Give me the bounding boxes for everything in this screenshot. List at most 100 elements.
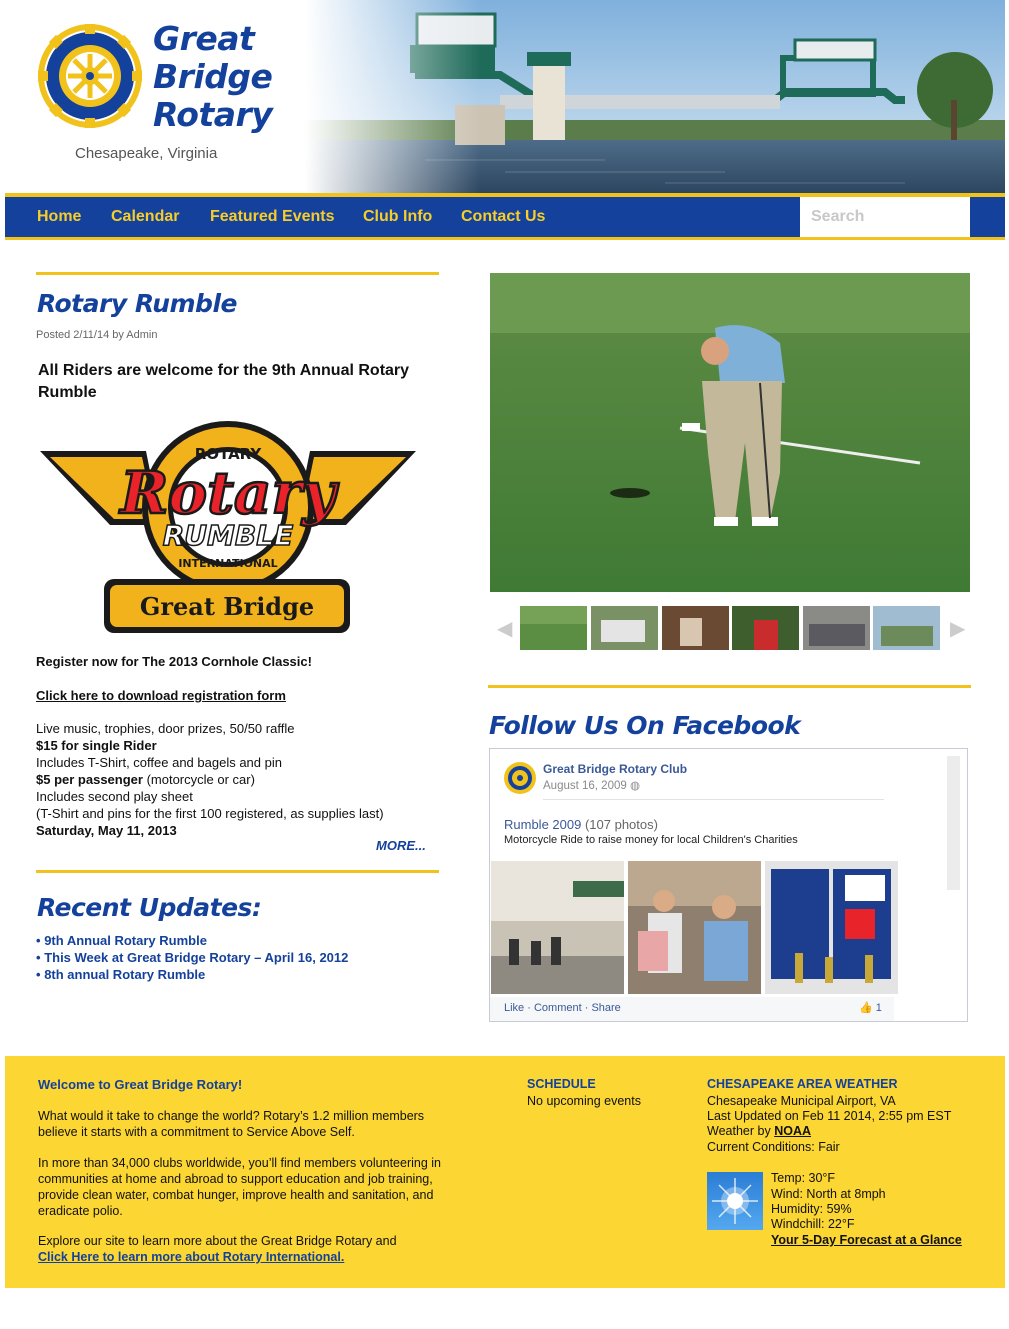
recent-update-item[interactable]: • 9th Annual Rotary Rumble [36, 933, 207, 948]
album-title[interactable]: Rumble 2009 (107 photos) [504, 817, 658, 832]
scrollbar[interactable] [947, 756, 960, 890]
facebook-actions: Like · Comment · Share [504, 1002, 621, 1014]
featured-photo[interactable] [490, 273, 970, 592]
chevron-right-icon[interactable]: ▶ [950, 616, 965, 641]
more-link[interactable]: MORE... [376, 838, 426, 853]
like-action[interactable]: Like [504, 1002, 524, 1014]
rotary-international-link[interactable]: Click Here to learn more about Rotary In… [38, 1249, 344, 1265]
album-count: (107 photos) [584, 817, 658, 832]
site-header: Great Bridge Rotary Chesapeake, Virginia [5, 0, 1005, 193]
album-name: Rumble 2009 [504, 817, 582, 832]
post-date-text: August 16, 2009 [543, 780, 627, 792]
bullet: • [36, 950, 41, 965]
schedule-title: SCHEDULE [527, 1077, 596, 1091]
register-text: Register now for The 2013 Cornhole Class… [36, 654, 312, 669]
weather-windchill: Windchill: 22°F [771, 1217, 855, 1231]
sunny-weather-icon [707, 1172, 763, 1230]
gallery-thumbnail[interactable] [520, 606, 587, 650]
detail-line: Includes second play sheet [36, 789, 193, 804]
detail-line: Live music, trophies, door prizes, 50/50… [36, 721, 295, 736]
nav-club-info[interactable]: Club Info [363, 208, 432, 226]
weather-source: Weather by NOAA [707, 1123, 811, 1139]
weather-temp: Temp: 30°F [771, 1171, 836, 1185]
noaa-link[interactable]: NOAA [774, 1124, 811, 1138]
gallery-thumbnail[interactable] [732, 606, 799, 650]
nav-home[interactable]: Home [37, 208, 81, 226]
recent-update-label: 8th annual Rotary Rumble [44, 967, 206, 982]
share-action[interactable]: Share [591, 1002, 620, 1014]
brand-line-1: Great [153, 19, 255, 58]
forecast-link[interactable]: Your 5-Day Forecast at a Glance [771, 1232, 962, 1248]
rotary-wheel-logo[interactable] [36, 22, 144, 135]
weather-wind: Wind: North at 8mph [771, 1187, 886, 1201]
page-avatar-icon[interactable] [503, 761, 537, 795]
gallery-thumbnail[interactable] [591, 606, 658, 650]
divider [36, 272, 439, 275]
album-photo[interactable] [765, 861, 898, 994]
nav-calendar[interactable]: Calendar [111, 208, 179, 226]
divider [36, 870, 439, 873]
divider [543, 799, 884, 800]
detail-line: $15 for single Rider [36, 738, 157, 753]
detail-bold: $5 per passenger [36, 772, 143, 787]
conditions-value: Fair [818, 1140, 840, 1154]
album-photo[interactable] [628, 861, 761, 994]
comment-action[interactable]: Comment [534, 1002, 582, 1014]
post-intro: All Riders are welcome for the 9th Annua… [38, 362, 410, 401]
main-navigation: Home Calendar Featured Events Club Info … [5, 193, 1005, 240]
welcome-paragraph: Explore our site to learn more about the… [38, 1234, 397, 1248]
nav-contact-us[interactable]: Contact Us [461, 208, 545, 226]
welcome-paragraph: What would it take to change the world? … [38, 1109, 425, 1139]
detail-line: Saturday, May 11, 2013 [36, 823, 177, 838]
detail-line: (T-Shirt and pins for the first 100 regi… [36, 806, 384, 821]
weather-location: Chesapeake Municipal Airport, VA [707, 1094, 896, 1108]
conditions-label: Current Conditions: [707, 1140, 815, 1154]
divider [488, 685, 971, 688]
post-title[interactable]: Rotary Rumble [37, 289, 237, 318]
action-separator: · [581, 1002, 592, 1014]
like-count[interactable]: 👍 1 [859, 1001, 882, 1014]
gallery-thumbnail[interactable] [662, 606, 729, 650]
weather-updated: Last Updated on Feb 11 2014, 2:55 pm EST [707, 1109, 952, 1123]
bridge-header-photo [305, 0, 1005, 193]
gallery-thumbnail[interactable] [873, 606, 940, 650]
welcome-paragraph: In more than 34,000 clubs worldwide, you… [38, 1156, 441, 1218]
search-input[interactable] [800, 197, 970, 237]
like-count-value: 1 [875, 1002, 882, 1014]
brand-name[interactable]: Great Bridge Rotary [153, 19, 273, 134]
chevron-left-icon[interactable]: ◀ [497, 616, 512, 641]
logo-banner: Great Bridge [140, 592, 314, 621]
recent-update-label: 9th Annual Rotary Rumble [44, 933, 207, 948]
site-tagline: Chesapeake, Virginia [75, 145, 218, 162]
weather-humidity: Humidity: 59% [771, 1202, 852, 1216]
globe-icon: ◍ [629, 780, 641, 792]
weather-by-label: Weather by [707, 1124, 771, 1138]
brand-line-2: Bridge [153, 57, 273, 96]
post-meta: Posted 2/11/14 by Admin [36, 329, 158, 341]
brand-line-3: Rotary [153, 95, 273, 134]
recent-update-item[interactable]: • 8th annual Rotary Rumble [36, 967, 205, 982]
download-registration-link[interactable]: Click here to download registration form [36, 687, 286, 704]
detail-line: Includes T-Shirt, coffee and bagels and … [36, 755, 282, 770]
rotary-rumble-logo: ROTARY Rotary RUMBLE INTERNATIONAL Great… [36, 415, 420, 642]
logo-rumble: RUMBLE [163, 519, 293, 552]
detail-suffix: (motorcycle or car) [142, 772, 255, 787]
bullet: • [36, 967, 41, 982]
facebook-page-name[interactable]: Great Bridge Rotary Club [543, 762, 687, 776]
facebook-title: Follow Us On Facebook [489, 711, 801, 740]
gallery-thumbnail[interactable] [803, 606, 870, 650]
bullet: • [36, 933, 41, 948]
album-photo[interactable] [491, 861, 624, 994]
logo-word: Rotary [118, 459, 340, 527]
current-conditions: Current Conditions: Fair [707, 1139, 840, 1155]
album-description: Motorcycle Ride to raise money for local… [504, 834, 798, 846]
post-date: August 16, 2009 ◍ [543, 778, 640, 792]
nav-featured-events[interactable]: Featured Events [210, 208, 334, 226]
action-separator: · [524, 1002, 534, 1014]
recent-update-item[interactable]: • This Week at Great Bridge Rotary – Apr… [36, 950, 348, 965]
facebook-widget: Great Bridge Rotary Club August 16, 2009… [489, 748, 968, 1022]
recent-updates-title: Recent Updates: [37, 893, 262, 922]
schedule-text: No upcoming events [527, 1094, 641, 1108]
weather-title: CHESAPEAKE AREA WEATHER [707, 1077, 898, 1091]
welcome-title: Welcome to Great Bridge Rotary! [38, 1077, 243, 1092]
